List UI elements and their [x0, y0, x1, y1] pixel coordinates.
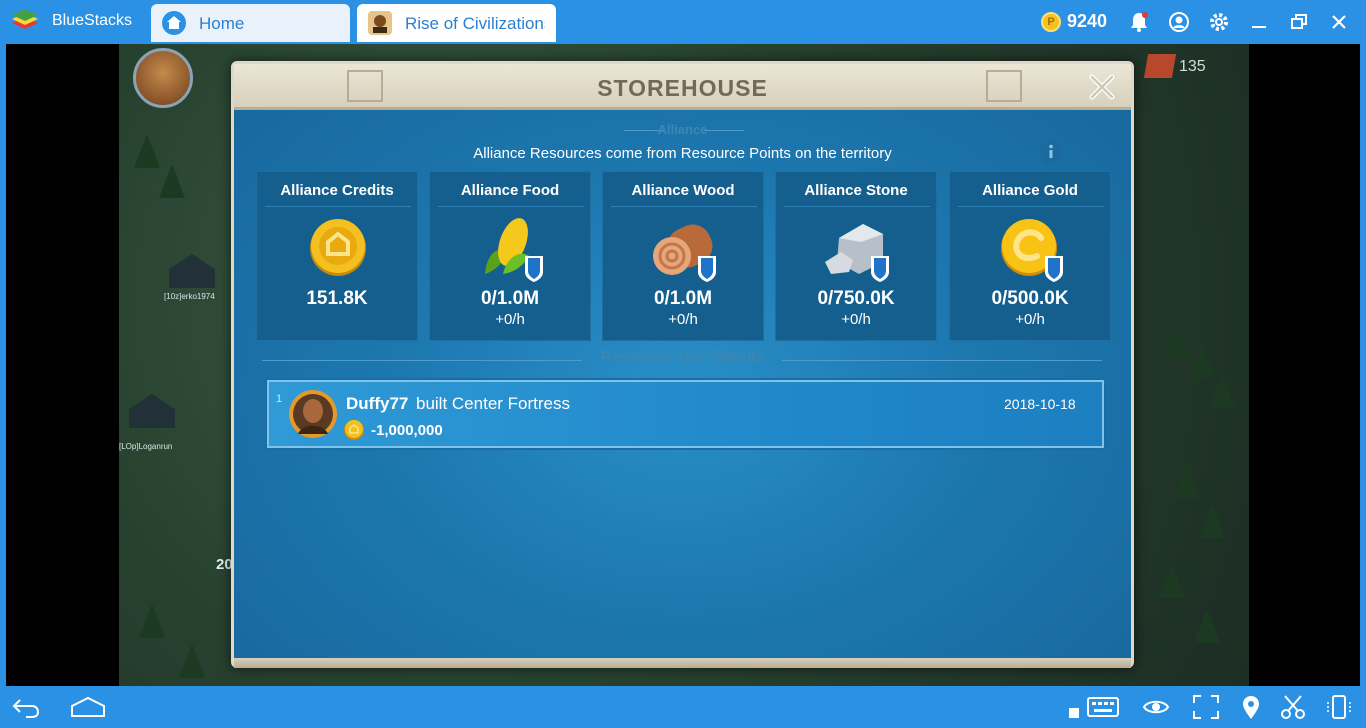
card-rate: +0/h: [495, 311, 525, 328]
card-rate: +0/h: [841, 311, 871, 328]
fullscreen-icon[interactable]: [1192, 694, 1220, 720]
card-title: Alliance Wood: [631, 182, 735, 199]
card-divider: [438, 206, 584, 207]
alliance-resources-subtitle: Alliance Resources come from Resource Po…: [473, 145, 892, 162]
alliance-credit-coin-icon: [310, 219, 366, 276]
settings-gear-icon[interactable]: [1207, 10, 1231, 34]
window-frame-right: [1360, 44, 1366, 686]
card-amount: 0/500.0K: [991, 288, 1069, 309]
card-title: Alliance Credits: [280, 182, 394, 199]
card-amount: 0/1.0M: [653, 288, 713, 309]
corn-icon: [485, 218, 543, 282]
player-name: Duffy77: [346, 394, 409, 413]
storehouse-dialog: STOREHOUSE Alliance Alliance Resources c…: [231, 61, 1134, 668]
tree: [179, 644, 205, 678]
notification-bell-icon[interactable]: [1127, 10, 1151, 34]
card-alliance-stone: Alliance Stone 0/750.0K +0/h: [775, 171, 937, 341]
card-title: Alliance Food: [460, 182, 560, 199]
tree: [1159, 564, 1185, 598]
bluestacks-logo-icon: [12, 9, 38, 29]
map-city-label: [LOp]Loganrun: [119, 442, 173, 451]
map-city-label: [10z]erko1974: [164, 292, 215, 301]
scissors-icon[interactable]: [1279, 694, 1307, 720]
card-amount: 151.8K: [306, 288, 368, 309]
close-window-icon[interactable]: [1327, 10, 1351, 34]
home-icon: [162, 11, 186, 35]
keyboard-icon[interactable]: [1068, 694, 1120, 720]
eye-icon[interactable]: [1142, 694, 1170, 720]
card-amount: 0/1.0M: [480, 288, 540, 309]
restore-icon[interactable]: [1287, 10, 1311, 34]
card-rate: +0/h: [668, 311, 698, 328]
home-button-icon[interactable]: [70, 694, 106, 720]
coin-icon: P: [1041, 12, 1061, 32]
tree: [1189, 344, 1215, 378]
card-alliance-gold: Alliance Gold 0/500.0K +0/h: [949, 171, 1111, 341]
coin-count: 9240: [1067, 11, 1108, 31]
card-rate: +0/h: [1015, 311, 1045, 328]
tab-home[interactable]: Home: [151, 4, 350, 42]
city-building[interactable]: [169, 254, 215, 288]
location-pin-icon[interactable]: [1237, 694, 1265, 720]
card-alliance-food: Alliance Food 0/1.0M +0/h: [429, 171, 591, 341]
row-index: 1: [276, 393, 283, 405]
card-divider: [784, 206, 930, 207]
tree: [134, 134, 160, 168]
card-amount: 0/750.0K: [817, 288, 895, 309]
game-icon: [368, 11, 392, 35]
alliance-credit-coin-icon: [344, 420, 364, 440]
card-alliance-credits: Alliance Credits 151.8K: [256, 171, 418, 341]
card-divider: [265, 206, 411, 207]
section-resource-use-label: Resource Use Details: [600, 349, 765, 366]
gem-icon: [1143, 54, 1177, 78]
tree: [159, 164, 185, 198]
dialog-footer: [234, 658, 1131, 668]
dialog-title: STOREHOUSE: [597, 75, 768, 101]
app-name: BlueStacks: [52, 12, 133, 29]
divider: [704, 130, 744, 131]
gold-coin-icon: [1001, 219, 1063, 282]
row-amount: -1,000,000: [371, 422, 443, 439]
card-alliance-wood: Alliance Wood 0/1.0M +0/h: [602, 171, 764, 341]
tree: [1209, 374, 1235, 408]
back-icon[interactable]: [12, 694, 40, 720]
row-date: 2018-10-18: [1004, 396, 1076, 412]
resource-use-row[interactable]: 1 Duffy77 built Center Fortress 2018-10-…: [267, 380, 1104, 448]
card-title: Alliance Gold: [982, 182, 1078, 199]
tree: [1194, 609, 1220, 643]
player-avatar-icon: [289, 390, 337, 438]
card-divider: [958, 206, 1104, 207]
tree: [139, 604, 165, 638]
close-icon[interactable]: [1087, 72, 1117, 102]
card-divider: [611, 206, 757, 207]
info-icon[interactable]: [1039, 140, 1063, 164]
tab-home-label: Home: [199, 14, 245, 33]
tree: [1199, 504, 1225, 538]
player-avatar[interactable]: [133, 48, 193, 108]
tree: [1174, 464, 1200, 498]
section-alliance-label: Alliance: [657, 122, 708, 137]
wood-log-icon: [653, 224, 716, 282]
account-icon[interactable]: [1167, 10, 1191, 34]
city-building[interactable]: [129, 394, 175, 428]
dialog-header: STOREHOUSE: [234, 64, 1131, 110]
rotate-device-icon[interactable]: [1325, 694, 1353, 720]
row-action: built Center Fortress: [416, 394, 570, 413]
divider: [782, 360, 1102, 361]
tree: [1164, 324, 1190, 358]
card-title: Alliance Stone: [804, 182, 908, 199]
alliance-resource-cards: Alliance Credits 151.8K Alliance Food 0/…: [256, 171, 1112, 341]
tab-game-label: Rise of Civilizations: [405, 14, 545, 33]
tab-rise-of-civilizations[interactable]: Rise of Civilizations: [357, 4, 556, 42]
minimize-icon[interactable]: [1247, 10, 1271, 34]
top-resource-value: 135: [1179, 58, 1206, 75]
window-bottombar: [0, 686, 1366, 728]
window-titlebar: BlueStacks Home Rise of Civilizations P …: [0, 0, 1366, 44]
stone-icon: [825, 224, 889, 282]
